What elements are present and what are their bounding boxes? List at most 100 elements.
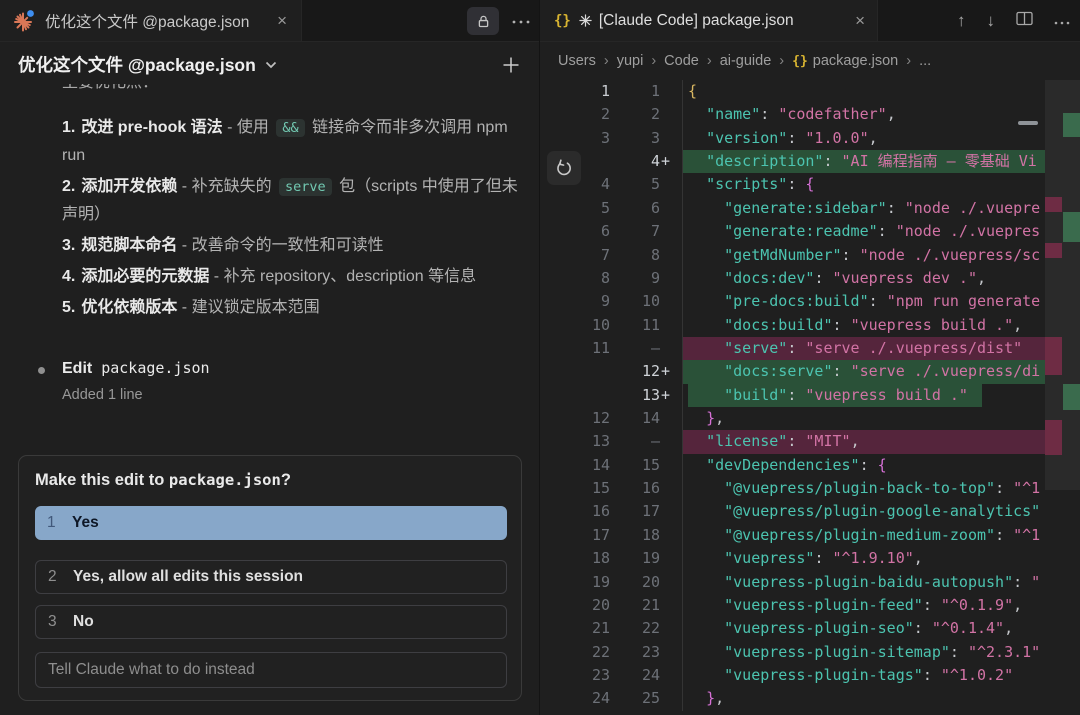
breadcrumb-label: package.json	[813, 53, 898, 69]
code-line[interactable]: 1920 "vuepress-plugin-baidu-autopush": "	[540, 571, 1080, 594]
code-editor[interactable]: 11{22 "name": "codefather",33 "version":…	[540, 80, 1080, 711]
breadcrumb-separator-icon: ›	[707, 53, 712, 69]
code-line[interactable]: 1214 },	[540, 407, 1080, 430]
code-line[interactable]: 1415 "devDependencies": {	[540, 454, 1080, 477]
breadcrumb: Users›yupi›Code›ai-guide›{}package.json›…	[558, 42, 931, 80]
code-token	[688, 479, 724, 497]
new-line-number: 12	[610, 360, 660, 383]
breadcrumb-item[interactable]: {}package.json	[792, 53, 898, 69]
code-line[interactable]: 12+ "docs:serve": "serve ./.vuepress/di	[540, 360, 1080, 383]
left-more-icon[interactable]	[512, 12, 530, 30]
code-line[interactable]: 4+ "description": "AI 编程指南 — 零基础 Vi	[540, 150, 1080, 173]
list-item-title: 优化依赖版本	[81, 299, 177, 316]
code-token: :	[1013, 573, 1031, 591]
code-token	[688, 502, 724, 520]
new-line-number: 24	[610, 664, 660, 687]
code-line-content: "vuepress-plugin-seo": "^0.1.4",	[682, 617, 1045, 640]
code-line-content: "docs:build": "vuepress build .",	[682, 314, 1045, 337]
new-line-number: 9	[610, 267, 660, 290]
code-line-content: "@vuepress/plugin-back-to-top": "^1	[682, 477, 1045, 500]
code-line[interactable]: 33 "version": "1.0.0",	[540, 127, 1080, 150]
code-token	[688, 129, 706, 147]
lock-button[interactable]	[467, 7, 499, 35]
code-line[interactable]: 67 "generate:readme": "node ./.vuepres	[540, 220, 1080, 243]
old-line-number: 16	[540, 500, 610, 523]
old-line-number: 17	[540, 524, 610, 547]
next-change-icon[interactable]: ↓	[987, 11, 996, 31]
dialog-option-no[interactable]: 3 No	[35, 605, 507, 639]
new-line-number: 1	[610, 80, 660, 103]
claude-chat-tab[interactable]: 优化这个文件 @package.json ×	[0, 0, 302, 41]
old-line-number: 5	[540, 197, 610, 220]
code-line[interactable]: 2223 "vuepress-plugin-sitemap": "^2.3.1"	[540, 641, 1080, 664]
code-line[interactable]: 2122 "vuepress-plugin-seo": "^0.1.4",	[540, 617, 1080, 640]
left-tab-close-icon[interactable]: ×	[277, 11, 287, 31]
code-line[interactable]: 1617 "@vuepress/plugin-google-analytics"	[540, 500, 1080, 523]
old-line-number: 14	[540, 454, 610, 477]
json-file-icon: {}	[554, 13, 571, 29]
code-line[interactable]: 11{	[540, 80, 1080, 103]
new-line-number: —	[610, 430, 660, 453]
editor-tab-close-icon[interactable]: ×	[855, 11, 865, 31]
split-editor-icon[interactable]	[1016, 11, 1033, 31]
old-line-number: 21	[540, 617, 610, 640]
code-line[interactable]: 56 "generate:sidebar": "node ./.vuepre	[540, 197, 1080, 220]
code-token: "@vuepress/plugin-back-to-top"	[724, 479, 995, 497]
code-token	[688, 456, 706, 474]
list-item-title: 添加必要的元数据	[81, 268, 209, 285]
code-token	[688, 432, 706, 450]
code-line[interactable]: 910 "pre-docs:build": "npm run generate	[540, 290, 1080, 313]
code-token	[688, 386, 724, 404]
code-token: ,	[851, 432, 860, 450]
edit-entry[interactable]: Editpackage.json	[62, 359, 210, 378]
code-line[interactable]: 45 "scripts": {	[540, 173, 1080, 196]
code-line[interactable]: 89 "docs:dev": "vuepress dev .",	[540, 267, 1080, 290]
code-token: :	[923, 666, 941, 684]
code-token: "license"	[706, 432, 787, 450]
diff-line-suffix	[660, 197, 677, 220]
feedback-input[interactable]	[35, 652, 507, 688]
conversation-header[interactable]: 优化这个文件 @package.json	[18, 52, 277, 77]
breadcrumb-item[interactable]: Code	[664, 53, 699, 69]
code-line[interactable]: 13— "license": "MIT",	[540, 430, 1080, 453]
edit-file-name: package.json	[101, 359, 209, 377]
revert-change-button[interactable]	[547, 151, 581, 185]
code-line[interactable]: 1011 "docs:build": "vuepress build .",	[540, 314, 1080, 337]
code-token: "build"	[724, 386, 787, 404]
code-line[interactable]: 2021 "vuepress-plugin-feed": "^0.1.9",	[540, 594, 1080, 617]
new-line-number: 6	[610, 197, 660, 220]
code-line[interactable]: 1819 "vuepress": "^1.9.10",	[540, 547, 1080, 570]
code-token: "description"	[706, 152, 823, 170]
app-window: 优化这个文件 @package.json × 优化这个文件 @pack	[0, 0, 1080, 715]
dialog-option-yes-all-session[interactable]: 2 Yes, allow all edits this session	[35, 560, 507, 594]
new-conversation-button[interactable]	[502, 56, 520, 79]
new-line-number: 3	[610, 127, 660, 150]
code-line-content: "@vuepress/plugin-google-analytics"	[682, 500, 1045, 523]
code-token	[688, 339, 724, 357]
breadcrumb-item[interactable]: yupi	[617, 53, 644, 69]
code-line[interactable]: 2324 "vuepress-plugin-tags": "^1.0.2"	[540, 664, 1080, 687]
code-line[interactable]: 13+ "build": "vuepress build ."	[540, 384, 1080, 407]
breadcrumb-item[interactable]: Users	[558, 53, 596, 69]
breadcrumb-item[interactable]: ...	[919, 53, 931, 69]
code-token: "^1.0.2"	[941, 666, 1013, 684]
code-token: :	[869, 292, 887, 310]
overview-ruler[interactable]	[1045, 80, 1080, 715]
code-line[interactable]: 1516 "@vuepress/plugin-back-to-top": "^1	[540, 477, 1080, 500]
breadcrumb-item[interactable]: ai-guide	[720, 53, 772, 69]
code-token	[688, 666, 724, 684]
dialog-option-yes[interactable]: 1 Yes	[35, 506, 507, 540]
code-token: "vuepress-plugin-sitemap"	[724, 643, 950, 661]
new-line-number: 13	[610, 384, 660, 407]
editor-more-icon[interactable]	[1054, 11, 1070, 31]
code-token: "node ./.vuepre	[905, 199, 1040, 217]
code-line[interactable]: 11— "serve": "serve ./.vuepress/dist"	[540, 337, 1080, 360]
code-line[interactable]: 78 "getMdNumber": "node ./.vuepress/sc	[540, 244, 1080, 267]
editor-tab-package-json[interactable]: {} [Claude Code] package.json ×	[540, 0, 878, 41]
code-line[interactable]: 1718 "@vuepress/plugin-medium-zoom": "^1	[540, 524, 1080, 547]
code-token: "generate:sidebar"	[724, 199, 887, 217]
code-token: ,	[1013, 596, 1022, 614]
previous-change-icon[interactable]: ↑	[957, 11, 966, 31]
code-line[interactable]: 22 "name": "codefather",	[540, 103, 1080, 126]
code-line[interactable]: 2425 },	[540, 687, 1080, 710]
